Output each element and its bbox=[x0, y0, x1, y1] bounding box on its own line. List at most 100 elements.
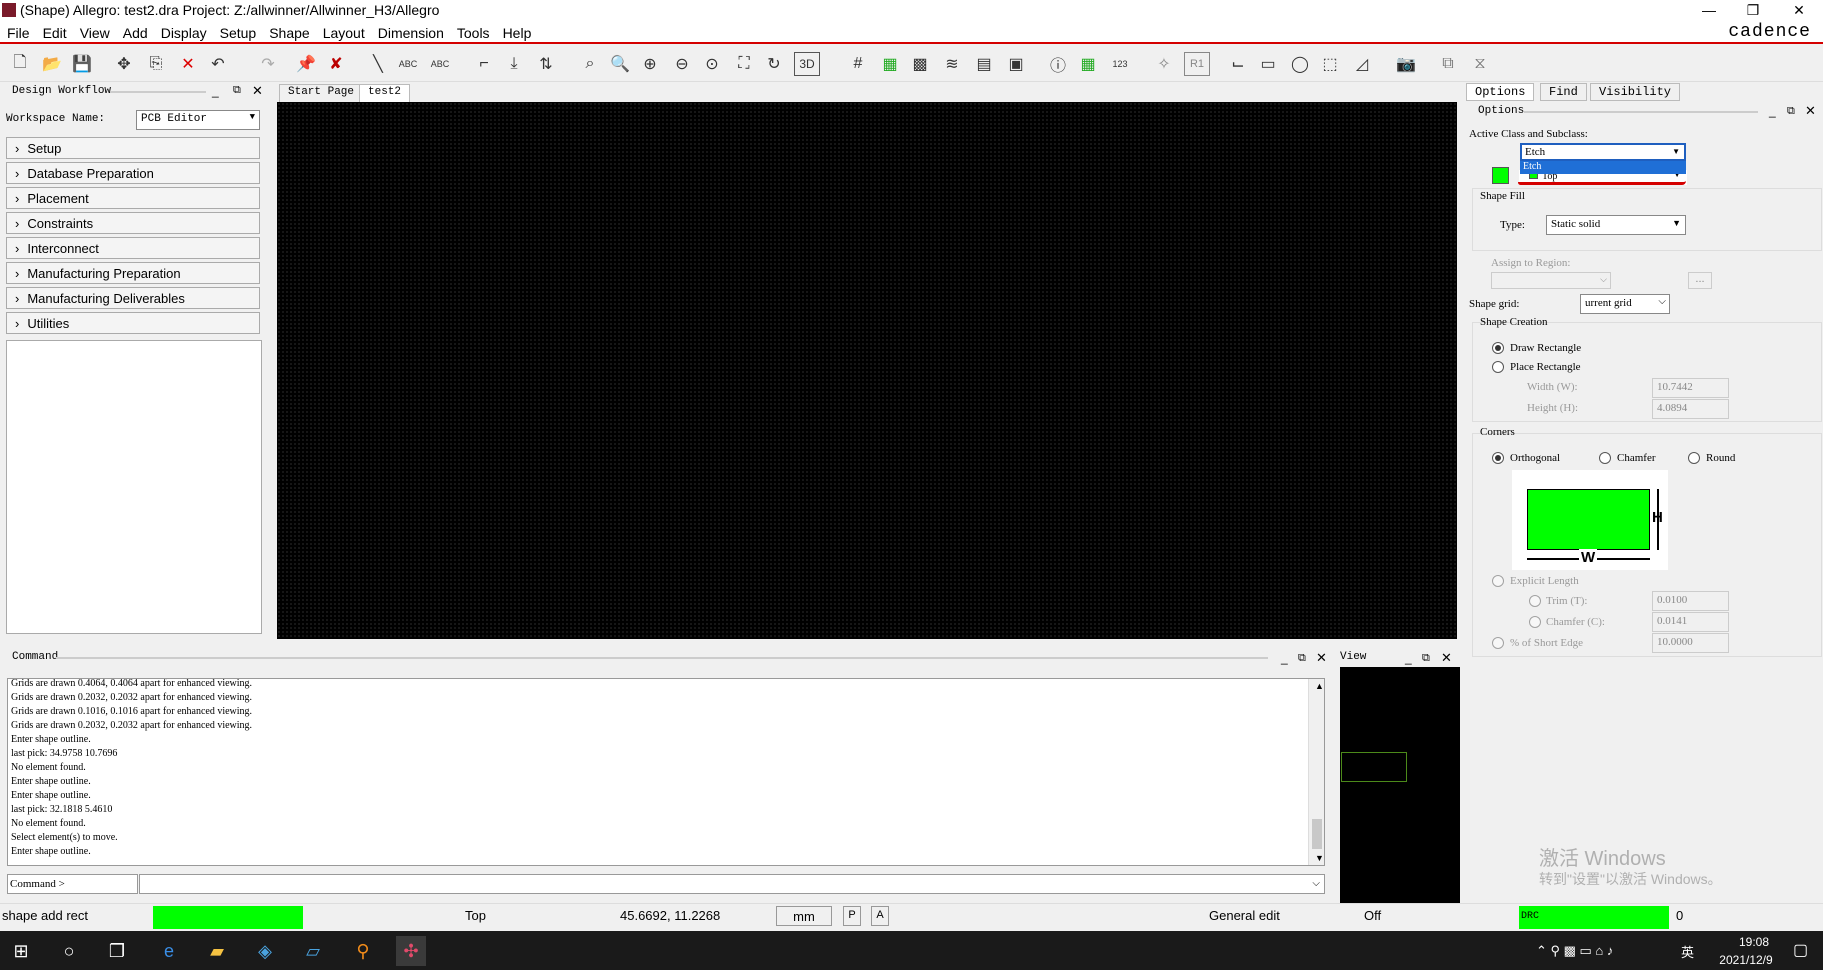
table-icon[interactable]: ▦ bbox=[1076, 52, 1100, 76]
measure-icon[interactable]: 123 bbox=[1108, 52, 1132, 76]
select-shape-icon[interactable]: ⬚ bbox=[1318, 52, 1342, 76]
class-dropdown-option[interactable]: Etch bbox=[1520, 161, 1686, 174]
assign-region-button[interactable]: ... bbox=[1688, 272, 1712, 289]
scroll-thumb[interactable] bbox=[1312, 819, 1322, 849]
trim-radio[interactable] bbox=[1529, 595, 1541, 607]
panel-float-icon[interactable]: ⧉ bbox=[1298, 652, 1306, 665]
p-button[interactable]: P bbox=[843, 906, 861, 926]
clock-time[interactable]: 19:08 bbox=[1720, 935, 1788, 949]
layer-visibility-icon[interactable]: ≋ bbox=[940, 52, 964, 76]
panel-close-icon[interactable]: ✕ bbox=[1441, 650, 1452, 666]
scroll-down-icon[interactable]: ▼ bbox=[1312, 851, 1324, 865]
shape-edit-icon[interactable]: ◿ bbox=[1350, 52, 1374, 76]
snapshot-icon[interactable]: 📷 bbox=[1394, 52, 1418, 76]
workspace-select[interactable]: PCB Editor ▼ bbox=[136, 110, 260, 130]
ime-indicator[interactable]: 英 bbox=[1681, 942, 1694, 961]
tab-visibility[interactable]: Visibility bbox=[1590, 83, 1681, 101]
panel-float-icon[interactable]: ⧉ bbox=[233, 84, 241, 97]
cm-icon[interactable]: ▤ bbox=[972, 52, 996, 76]
tray-icons[interactable]: ⌃ ⚲ ▩ ▭ ⌂ ♪ bbox=[1536, 943, 1613, 959]
workflow-item-setup[interactable]: › Setup bbox=[6, 137, 260, 159]
open-folder-icon[interactable]: 📂 bbox=[40, 52, 64, 76]
minimize-icon[interactable]: — bbox=[1686, 0, 1732, 22]
swap-icon[interactable]: ⇅ bbox=[534, 52, 558, 76]
class-select[interactable]: Etch ▼ bbox=[1520, 143, 1686, 161]
menu-layout[interactable]: Layout bbox=[316, 22, 371, 41]
redraw-icon[interactable]: ↻ bbox=[762, 52, 786, 76]
a-button[interactable]: A bbox=[871, 906, 889, 926]
workflow-item-manufacturing-deliverables[interactable]: › Manufacturing Deliverables bbox=[6, 287, 260, 309]
copy-icon[interactable]: ⎘ bbox=[144, 52, 168, 76]
menu-display[interactable]: Display bbox=[154, 22, 213, 41]
shadow-mode-icon[interactable]: ▩ bbox=[908, 52, 932, 76]
pin-swap-icon[interactable]: ✧ bbox=[1152, 52, 1176, 76]
allegro-taskbar-icon[interactable]: ✣ bbox=[396, 936, 426, 966]
workflow-item-utilities[interactable]: › Utilities bbox=[6, 312, 260, 334]
ref-des-icon[interactable]: R1 bbox=[1184, 52, 1210, 76]
shape-grid-select[interactable]: urrent grid ⌵ bbox=[1580, 294, 1670, 314]
zoom-previous-icon[interactable]: ⊙ bbox=[700, 52, 724, 76]
panel-close-icon[interactable]: ✕ bbox=[1316, 650, 1327, 666]
windows-start-icon[interactable]: ⊞ bbox=[6, 936, 36, 966]
restore-icon[interactable]: ❐ bbox=[1730, 0, 1776, 22]
orthogonal-radio[interactable] bbox=[1492, 452, 1504, 464]
add-line-icon[interactable]: ╲ bbox=[366, 52, 390, 76]
pct-short-edge-input[interactable]: 10.0000 bbox=[1652, 633, 1729, 653]
menu-file[interactable]: File bbox=[0, 22, 36, 41]
tab-find[interactable]: Find bbox=[1540, 83, 1587, 101]
tab-options[interactable]: Options bbox=[1466, 83, 1535, 101]
menu-view[interactable]: View bbox=[73, 22, 116, 41]
panel-minimize-icon[interactable]: _ bbox=[1769, 104, 1776, 118]
height-input[interactable]: 4.0894 bbox=[1652, 399, 1729, 419]
zoom-out-icon[interactable]: ⊖ bbox=[670, 52, 694, 76]
file-explorer-icon[interactable]: ▰ bbox=[202, 936, 232, 966]
edit-text-icon[interactable]: ABC bbox=[428, 52, 452, 76]
add-text-icon[interactable]: ABC bbox=[396, 52, 420, 76]
workflow-item-manufacturing-preparation[interactable]: › Manufacturing Preparation bbox=[6, 262, 260, 284]
move-icon[interactable]: ✥ bbox=[112, 52, 136, 76]
width-input[interactable]: 10.7442 bbox=[1652, 378, 1729, 398]
app-icon-folder[interactable]: ▱ bbox=[298, 936, 328, 966]
grid-toggle-icon[interactable]: # bbox=[846, 52, 870, 76]
chamfer-c-input[interactable]: 0.0141 bbox=[1652, 612, 1729, 632]
panel-minimize-icon[interactable]: _ bbox=[1281, 651, 1288, 665]
pin-icon[interactable]: 📌 bbox=[294, 52, 318, 76]
panel-close-icon[interactable]: ✕ bbox=[252, 83, 263, 99]
round-radio[interactable] bbox=[1688, 452, 1700, 464]
3d-view-icon[interactable]: 3D bbox=[794, 52, 820, 76]
pct-short-edge-radio[interactable] bbox=[1492, 637, 1504, 649]
units-button[interactable]: mm bbox=[776, 906, 832, 926]
menu-help[interactable]: Help bbox=[496, 22, 538, 41]
workflow-item-placement[interactable]: › Placement bbox=[6, 187, 260, 209]
chamfer-c-radio[interactable] bbox=[1529, 616, 1541, 628]
log-scrollbar[interactable]: ▲ ▼ bbox=[1308, 679, 1324, 865]
app-icon-blue[interactable]: ◈ bbox=[250, 936, 280, 966]
clock-date[interactable]: 2021/12/9 bbox=[1706, 953, 1786, 967]
menu-add[interactable]: Add bbox=[116, 22, 154, 41]
place-rectangle-radio[interactable] bbox=[1492, 361, 1504, 373]
trim-input[interactable]: 0.0100 bbox=[1652, 591, 1729, 611]
search-icon[interactable]: ○ bbox=[54, 936, 84, 966]
edge-browser-icon[interactable]: e bbox=[154, 936, 184, 966]
add-circle-icon[interactable]: ◯ bbox=[1288, 52, 1312, 76]
command-input[interactable]: ⌵ bbox=[139, 874, 1325, 894]
close-icon[interactable]: ✕ bbox=[1776, 0, 1822, 22]
info-icon[interactable]: ⓘ bbox=[1046, 52, 1070, 76]
notification-icon[interactable]: ▢ bbox=[1793, 940, 1808, 960]
delete-icon[interactable]: ✕ bbox=[176, 52, 200, 76]
chamfer-radio[interactable] bbox=[1599, 452, 1611, 464]
settings-grid-icon[interactable]: ▣ bbox=[1004, 52, 1028, 76]
draw-rectangle-radio[interactable] bbox=[1492, 342, 1504, 354]
world-view[interactable] bbox=[1340, 667, 1460, 903]
subclass-color-swatch[interactable] bbox=[1492, 167, 1509, 184]
menu-setup[interactable]: Setup bbox=[213, 22, 263, 41]
tab-start-page[interactable]: Start Page bbox=[279, 84, 364, 102]
color-dialog-icon[interactable]: ▦ bbox=[878, 52, 902, 76]
scroll-up-icon[interactable]: ▲ bbox=[1312, 679, 1324, 693]
panel-close-icon[interactable]: ✕ bbox=[1805, 103, 1816, 119]
panel-minimize-icon[interactable]: _ bbox=[212, 84, 219, 98]
drc-indicator[interactable]: DRC bbox=[1519, 906, 1669, 929]
unpin-icon[interactable]: ✘ bbox=[324, 52, 348, 76]
zoom-in-icon[interactable]: ⊕ bbox=[638, 52, 662, 76]
add-polygon-icon[interactable]: ⌙ bbox=[1226, 52, 1250, 76]
